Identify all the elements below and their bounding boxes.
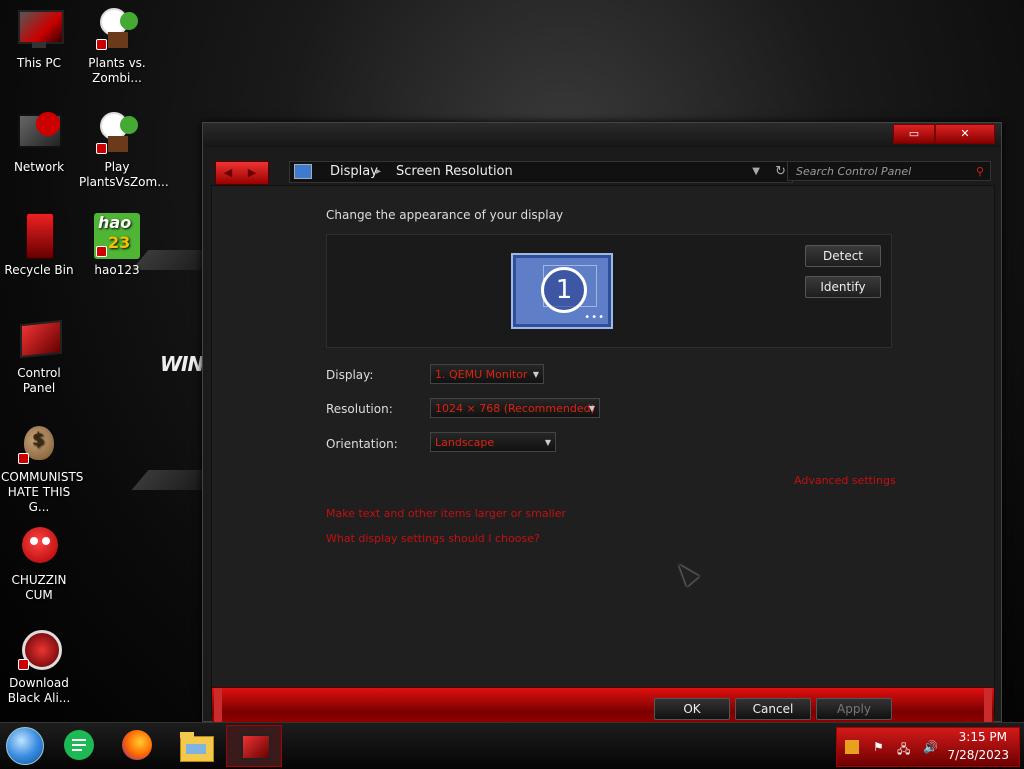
shortcut-arrow-icon (18, 453, 29, 464)
desktop-icon-download-black[interactable]: Download Black Ali... (1, 626, 77, 706)
clock-time[interactable]: 3:15 PM (959, 730, 1007, 744)
flag-icon[interactable]: ⚑ (873, 740, 884, 754)
firefox-icon[interactable] (120, 728, 156, 764)
system-tray: ⚑ 🖧 🔊 3:15 PM 7/28/2023 (836, 727, 1020, 767)
desktop-icon-label: This PC (17, 56, 61, 70)
desktop-icon-recycle-bin[interactable]: Recycle Bin (1, 213, 77, 278)
desktop-icon-label: hao123 (94, 263, 140, 277)
display-select[interactable]: 1. QEMU Monitor ▼ (430, 364, 544, 384)
desktop-icon-label: COMMUNISTS HATE THIS G... (1, 470, 84, 514)
breadcrumb-screen-resolution[interactable]: Screen Resolution (396, 162, 513, 182)
detect-button[interactable]: Detect (805, 245, 881, 267)
desktop-icon-label: CHUZZIN CUM (11, 573, 67, 602)
orientation-select-value: Landscape (435, 436, 495, 449)
apply-button[interactable]: Apply (816, 698, 892, 720)
money-bag-icon: $ (16, 420, 62, 466)
network-icon (16, 110, 62, 156)
desktop-icon-communists[interactable]: $ COMMUNISTS HATE THIS G... (1, 420, 84, 515)
chat-app-icon[interactable] (62, 728, 98, 764)
breadcrumb-display[interactable]: Display (330, 162, 378, 182)
desktop-icon-chuzzin[interactable]: CHUZZIN CUM (1, 523, 77, 603)
chuzzle-icon (16, 523, 62, 569)
network-tray-icon[interactable]: 🖧 (897, 740, 910, 761)
identify-button[interactable]: Identify (805, 276, 881, 298)
display-preview-panel: 1 ••• Detect Identify (326, 234, 892, 348)
display-help-link[interactable]: What display settings should I choose? (326, 532, 540, 545)
desktop-icon-label: Download Black Ali... (7, 676, 71, 705)
shortcut-arrow-icon (96, 39, 107, 50)
notification-app-icon[interactable] (845, 740, 859, 754)
monitor-1-thumbnail[interactable]: 1 ••• (511, 253, 613, 329)
recycle-bin-icon (16, 213, 62, 259)
orientation-select[interactable]: Landscape ▼ (430, 432, 556, 452)
resolution-label: Resolution: (326, 402, 393, 416)
address-dropdown-icon[interactable]: ▼ (752, 162, 760, 182)
address-bar[interactable]: Display ▸ Screen Resolution ▼ ↻ (289, 161, 793, 183)
desktop-icon-this-pc[interactable]: This PC (1, 6, 77, 71)
restore-button[interactable]: ▭ (893, 124, 935, 144)
black-alien-icon (16, 626, 62, 672)
chevron-down-icon: ▼ (532, 370, 539, 379)
ok-button[interactable]: OK (654, 698, 730, 720)
display-label: Display: (326, 368, 374, 382)
forward-arrow-icon[interactable]: ▶ (240, 162, 264, 184)
flower-icon (94, 6, 140, 52)
desktop-icon-label: Play PlantsVsZom... (79, 160, 169, 189)
shortcut-arrow-icon (96, 246, 107, 257)
search-input[interactable]: Search Control Panel ⚲ (787, 161, 991, 181)
desktop-icon-plants-vs-zombies[interactable]: Plants vs. Zombi... (79, 6, 155, 86)
hao123-logo-top: hao (98, 213, 132, 232)
chevron-down-icon: ▼ (588, 404, 595, 413)
desktop-icon-network[interactable]: Network (1, 110, 77, 175)
desktop-icon-label: Plants vs. Zombi... (88, 56, 146, 85)
desktop-icon-hao123[interactable]: hao 23 hao123 (79, 213, 155, 278)
monitor-icon (16, 6, 64, 52)
screen-resolution-window: ▭ ✕ ◀ ▶ Display ▸ Screen Resolution ▼ ↻ S… (202, 122, 1002, 728)
close-button[interactable]: ✕ (935, 124, 995, 144)
desktop-icon-label: Control Panel (17, 366, 61, 395)
taskbar: ⚑ 🖧 🔊 3:15 PM 7/28/2023 (0, 722, 1024, 769)
window-titlebar[interactable]: ▭ ✕ (203, 123, 1001, 147)
volume-icon[interactable]: 🔊 (923, 740, 938, 754)
shortcut-arrow-icon (18, 659, 29, 670)
control-panel-task-icon[interactable] (226, 725, 282, 767)
back-arrow-icon[interactable]: ◀ (216, 162, 240, 184)
clock-date[interactable]: 7/28/2023 (947, 748, 1009, 762)
refresh-icon[interactable]: ↻ (775, 162, 786, 182)
hao123-icon: hao 23 (94, 213, 140, 259)
shortcut-arrow-icon (96, 143, 107, 154)
flower-icon (94, 110, 140, 156)
content-pane: Change the appearance of your display 1 … (211, 185, 995, 728)
resolution-select-value: 1024 × 768 (Recommended) (435, 402, 595, 415)
desktop-icon-play-plants[interactable]: Play PlantsVsZom... (79, 110, 169, 190)
resolution-select[interactable]: 1024 × 768 (Recommended) ▼ (430, 398, 600, 418)
control-panel-icon (16, 316, 62, 362)
display-icon (294, 164, 312, 179)
search-icon[interactable]: ⚲ (976, 162, 984, 182)
start-button[interactable] (6, 727, 44, 765)
display-select-value: 1. QEMU Monitor (435, 368, 528, 381)
orientation-label: Orientation: (326, 437, 398, 451)
monitor-number: 1 (541, 267, 587, 313)
nav-buttons: ◀ ▶ (215, 161, 269, 185)
search-placeholder: Search Control Panel (796, 165, 912, 178)
advanced-settings-link[interactable]: Advanced settings (794, 474, 896, 487)
desktop-icon-control-panel[interactable]: Control Panel (1, 316, 77, 396)
text-size-link[interactable]: Make text and other items larger or smal… (326, 507, 566, 520)
address-row: ◀ ▶ Display ▸ Screen Resolution ▼ ↻ Searc… (213, 159, 993, 185)
file-explorer-icon[interactable] (178, 728, 214, 764)
cancel-button[interactable]: Cancel (735, 698, 811, 720)
dots-icon: ••• (584, 312, 605, 323)
desktop-icon-label: Network (13, 160, 65, 174)
hao123-logo-bottom: 23 (108, 233, 131, 252)
desktop-icon-label: Recycle Bin (4, 263, 74, 277)
page-heading: Change the appearance of your display (326, 208, 564, 222)
breadcrumb-separator-icon[interactable]: ▸ (376, 162, 381, 182)
chevron-down-icon: ▼ (544, 438, 551, 447)
